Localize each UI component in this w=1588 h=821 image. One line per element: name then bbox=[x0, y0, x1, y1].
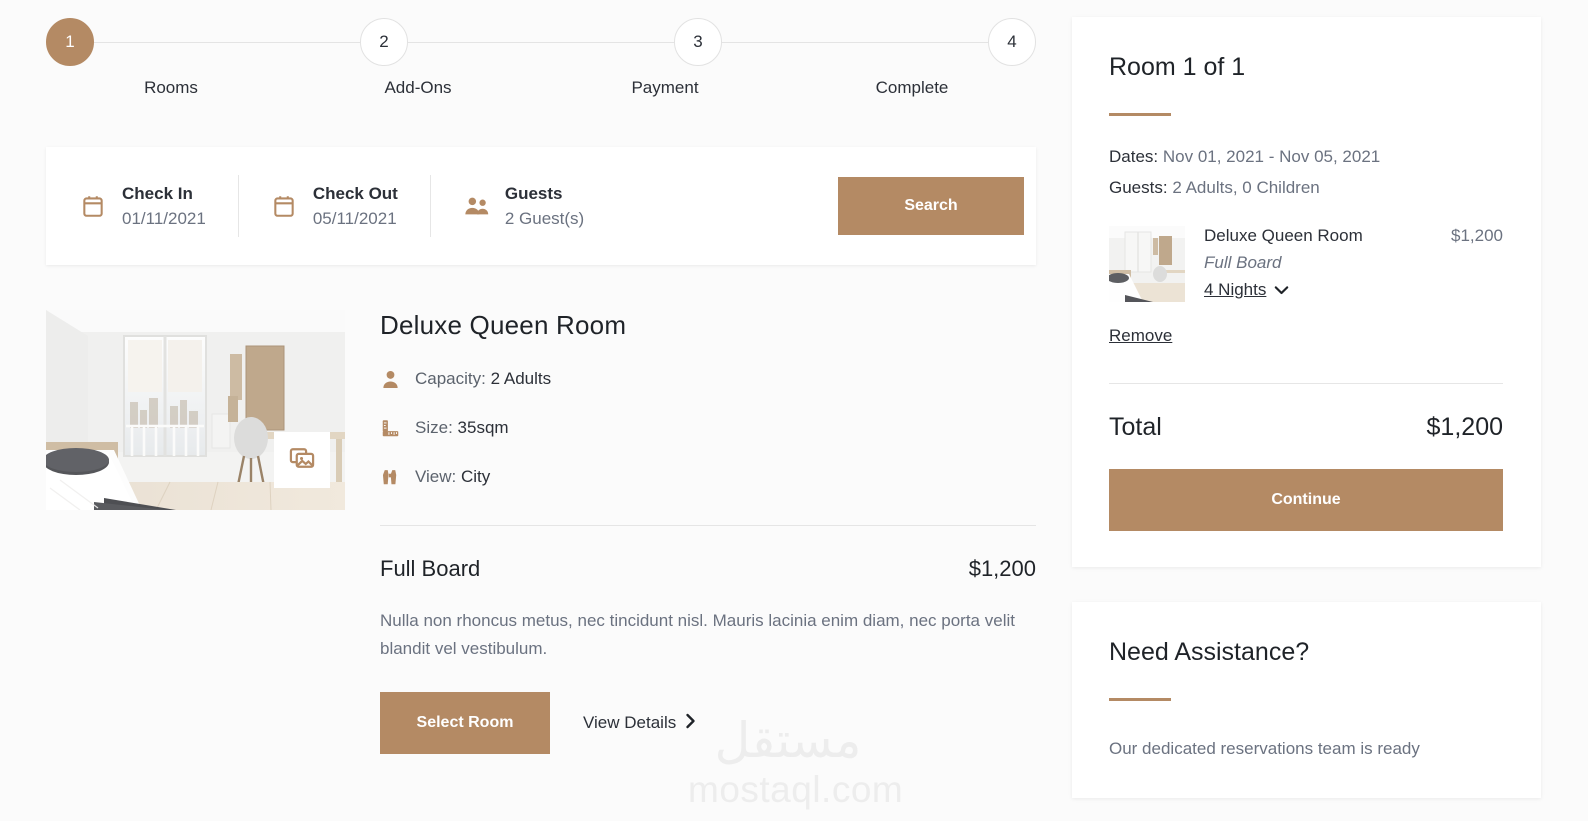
nights-selector[interactable]: 4 Nights bbox=[1204, 280, 1289, 300]
watermark-latin: mostaql.com bbox=[688, 769, 904, 810]
ruler-icon bbox=[380, 417, 400, 439]
guests-field[interactable]: Guests 2 Guest(s) bbox=[463, 176, 584, 236]
board-row: Full Board $1,200 bbox=[380, 556, 1036, 582]
cart-item-header: Deluxe Queen Room $1,200 bbox=[1204, 226, 1503, 246]
chevron-right-icon bbox=[685, 713, 696, 734]
checkin-label: Check In bbox=[122, 183, 193, 203]
step-circle-4[interactable]: 4 bbox=[988, 18, 1036, 66]
search-divider-2 bbox=[429, 175, 431, 237]
guests-label: Guests bbox=[504, 183, 563, 203]
room-info: Deluxe Queen Room Capacity: 2 Adults Siz… bbox=[380, 310, 1036, 755]
checkout-field[interactable]: Check Out 05/11/2021 bbox=[271, 176, 398, 236]
checkout-value[interactable]: 05/11/2021 bbox=[313, 209, 398, 229]
stepper-step-payment[interactable]: 3 bbox=[674, 18, 722, 66]
room-feature-capacity: Capacity: 2 Adults bbox=[380, 368, 1036, 390]
calendar-icon bbox=[271, 193, 297, 219]
stepper-step-complete[interactable]: 4 bbox=[988, 18, 1036, 66]
room-feature-size-text: Size: 35sqm bbox=[415, 418, 509, 437]
summary-guests: Guests: 2 Adults, 0 Children bbox=[1109, 178, 1320, 197]
booking-page: 1 2 3 4 Rooms Add-Ons Payment Complete C… bbox=[0, 0, 1588, 821]
board-description: Nulla non rhoncus metus, nec tincidunt n… bbox=[380, 611, 1015, 659]
board-price: $1,200 bbox=[968, 556, 1036, 581]
stepper-track: 1 2 3 4 bbox=[46, 18, 1036, 66]
room-feature-view: View: City bbox=[380, 466, 1036, 488]
assistance-title: Need Assistance? bbox=[1109, 638, 1310, 666]
select-room-button[interactable]: Select Room bbox=[380, 692, 550, 755]
stepper-connector-1 bbox=[94, 41, 360, 43]
chevron-down-icon bbox=[1274, 280, 1289, 300]
checkin-field[interactable]: Check In 01/11/2021 bbox=[80, 176, 206, 236]
gallery-button[interactable] bbox=[274, 432, 330, 488]
total-value: $1,200 bbox=[1426, 413, 1503, 441]
checkout-label: Check Out bbox=[312, 183, 398, 203]
cart-item: Deluxe Queen Room $1,200 Full Board 4 Ni… bbox=[1109, 226, 1503, 302]
step-circle-3[interactable]: 3 bbox=[674, 18, 722, 66]
stepper-label-payment: Payment bbox=[631, 78, 699, 97]
search-button[interactable]: Search bbox=[838, 177, 1024, 235]
stepper-connector-3 bbox=[722, 41, 988, 43]
person-icon bbox=[380, 368, 400, 390]
total-label: Total bbox=[1109, 413, 1162, 441]
assistance-accent-rule bbox=[1109, 698, 1171, 701]
room-divider bbox=[380, 525, 1036, 526]
board-name: Full Board bbox=[380, 556, 481, 581]
binoculars-icon bbox=[380, 466, 400, 488]
remove-room-link[interactable]: Remove bbox=[1109, 326, 1172, 346]
checkin-value[interactable]: 01/11/2021 bbox=[122, 209, 206, 229]
summary-title: Room 1 of 1 bbox=[1109, 53, 1246, 81]
search-bar: Check In 01/11/2021 Check Out 05/11/2021 bbox=[46, 147, 1036, 265]
room-feature-size: Size: 35sqm bbox=[380, 417, 1036, 439]
stepper-label-complete: Complete bbox=[875, 78, 949, 97]
search-divider-1 bbox=[237, 175, 239, 237]
summary-dates: Dates: Nov 01, 2021 - Nov 05, 2021 bbox=[1109, 147, 1381, 166]
room-feature-view-text: View: City bbox=[415, 467, 491, 486]
checkout-stepper: 1 2 3 4 Rooms Add-Ons Payment Complete bbox=[46, 0, 1036, 120]
cart-item-thumbnail bbox=[1109, 226, 1185, 302]
room-title: Deluxe Queen Room bbox=[380, 310, 627, 340]
room-photo[interactable] bbox=[46, 310, 345, 510]
stepper-step-addons[interactable]: 2 bbox=[360, 18, 408, 66]
view-details-label: View Details bbox=[583, 713, 677, 733]
guests-value[interactable]: 2 Guest(s) bbox=[505, 209, 584, 229]
booking-sidebar: Room 1 of 1 Dates: Nov 01, 2021 - Nov 05… bbox=[1072, 17, 1541, 799]
summary-divider bbox=[1109, 383, 1503, 384]
assistance-card: Need Assistance? Our dedicated reservati… bbox=[1072, 602, 1541, 799]
summary-accent-rule bbox=[1109, 113, 1171, 116]
stepper-label-rooms: Rooms bbox=[144, 78, 198, 97]
view-details-link[interactable]: View Details bbox=[583, 713, 696, 734]
cart-item-name: Deluxe Queen Room bbox=[1204, 226, 1363, 245]
stepper-label-addons: Add-Ons bbox=[384, 78, 452, 97]
guests-icon bbox=[463, 193, 489, 219]
stepper-step-rooms[interactable]: 1 bbox=[46, 18, 94, 66]
step-circle-2[interactable]: 2 bbox=[360, 18, 408, 66]
cart-item-price: $1,200 bbox=[1451, 226, 1503, 245]
room-actions: Select Room View Details bbox=[380, 692, 1036, 755]
cart-item-board: Full Board bbox=[1204, 253, 1282, 272]
room-feature-capacity-text: Capacity: 2 Adults bbox=[415, 369, 552, 388]
nights-label: 4 Nights bbox=[1204, 280, 1267, 299]
images-icon bbox=[288, 444, 316, 477]
continue-button[interactable]: Continue bbox=[1109, 469, 1503, 531]
cart-item-body: Deluxe Queen Room $1,200 Full Board 4 Ni… bbox=[1204, 226, 1503, 302]
stepper-connector-2 bbox=[408, 41, 674, 43]
calendar-icon bbox=[80, 193, 106, 219]
total-row: Total $1,200 bbox=[1109, 413, 1503, 442]
step-circle-1[interactable]: 1 bbox=[46, 18, 94, 66]
booking-summary-card: Room 1 of 1 Dates: Nov 01, 2021 - Nov 05… bbox=[1072, 17, 1541, 567]
summary-meta: Dates: Nov 01, 2021 - Nov 05, 2021 Guest… bbox=[1109, 147, 1503, 198]
assistance-text: Our dedicated reservations team is ready bbox=[1109, 739, 1420, 758]
